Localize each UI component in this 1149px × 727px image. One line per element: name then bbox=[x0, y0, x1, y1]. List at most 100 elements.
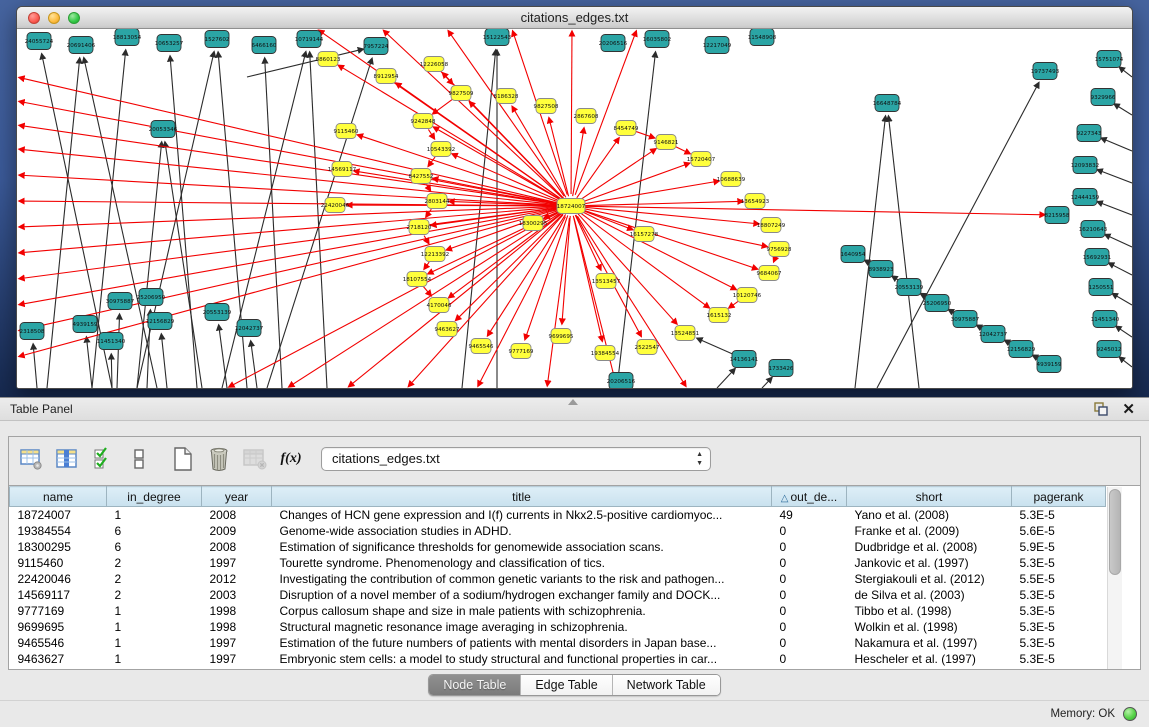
network-node[interactable]: 1640954 bbox=[841, 246, 866, 263]
network-node[interactable]: 12156829 bbox=[1007, 341, 1036, 358]
network-node[interactable]: 9699695 bbox=[549, 329, 574, 344]
column-header-pagerank[interactable]: pagerank bbox=[1012, 487, 1106, 507]
network-node[interactable]: 11451340 bbox=[1091, 311, 1120, 328]
new-column-icon[interactable] bbox=[167, 444, 199, 474]
network-node[interactable]: 12042737 bbox=[979, 326, 1008, 343]
table-row[interactable]: 1456911722003Disruption of a novel membe… bbox=[10, 587, 1106, 603]
network-node[interactable]: 19384554 bbox=[591, 346, 620, 361]
network-node[interactable]: 14136141 bbox=[730, 351, 759, 368]
network-node[interactable]: 15720407 bbox=[687, 152, 716, 167]
network-window-titlebar[interactable]: citations_edges.txt bbox=[17, 7, 1132, 29]
network-node[interactable]: 2867608 bbox=[574, 109, 599, 124]
close-panel-icon[interactable]: ✕ bbox=[1122, 400, 1135, 419]
network-node[interactable]: 20206516 bbox=[607, 373, 636, 389]
column-header-in_degree[interactable]: in_degree bbox=[107, 487, 202, 507]
network-node[interactable]: 4939159 bbox=[73, 316, 98, 333]
network-node[interactable]: 20206516 bbox=[599, 35, 628, 52]
table-row[interactable]: 1872400712008Changes of HCN gene express… bbox=[10, 507, 1106, 523]
network-node[interactable]: 16210643 bbox=[1079, 221, 1108, 238]
network-node[interactable]: 12213392 bbox=[421, 247, 449, 262]
network-node[interactable]: 4170046 bbox=[427, 298, 452, 313]
column-header-title[interactable]: title bbox=[272, 487, 772, 507]
table-row[interactable]: 969969511998Structural magnetic resonanc… bbox=[10, 619, 1106, 635]
table-row[interactable]: 911546021997Tourette syndrome. Phenomeno… bbox=[10, 555, 1106, 571]
network-node[interactable]: 20553139 bbox=[895, 279, 924, 296]
network-node[interactable]: 1615132 bbox=[707, 308, 732, 323]
table-select-combobox[interactable]: citations_edges.txt ▲▼ bbox=[321, 447, 711, 471]
network-node[interactable]: 12444159 bbox=[1071, 189, 1100, 206]
network-node[interactable]: 13513457 bbox=[592, 274, 621, 289]
tab-node-table[interactable]: Node Table bbox=[429, 675, 521, 695]
scrollbar-thumb[interactable] bbox=[1109, 489, 1121, 575]
network-node[interactable]: 8427552 bbox=[409, 169, 434, 184]
network-node[interactable]: 13524851 bbox=[671, 326, 700, 341]
network-node[interactable]: 9227343 bbox=[1077, 125, 1102, 142]
network-node[interactable]: 11451340 bbox=[97, 333, 126, 350]
function-builder-icon[interactable]: f(x) bbox=[275, 444, 307, 474]
network-node[interactable]: 9465546 bbox=[469, 339, 494, 354]
network-node[interactable]: 9242848 bbox=[411, 114, 436, 129]
network-node[interactable]: 8186328 bbox=[494, 89, 519, 104]
network-node[interactable]: 18813054 bbox=[113, 29, 142, 46]
network-node[interactable]: 24055724 bbox=[25, 33, 54, 50]
vertical-scrollbar[interactable] bbox=[1107, 487, 1122, 669]
network-window[interactable]: citations_edges.txt 18724007886012389129… bbox=[16, 6, 1133, 389]
network-node[interactable]: 1527602 bbox=[205, 31, 230, 48]
network-node[interactable]: 9115460 bbox=[334, 124, 359, 139]
show-column-icon[interactable] bbox=[51, 444, 83, 474]
network-node[interactable]: 16648784 bbox=[873, 95, 902, 112]
network-node[interactable]: 11548908 bbox=[748, 29, 777, 46]
network-node[interactable]: 2803144 bbox=[425, 194, 450, 209]
network-node[interactable]: 8938923 bbox=[869, 261, 894, 278]
column-header-short[interactable]: short bbox=[847, 487, 1012, 507]
network-node[interactable]: 2318508 bbox=[20, 323, 45, 340]
network-node[interactable]: 9756928 bbox=[767, 242, 792, 257]
network-node[interactable]: 9329966 bbox=[1091, 89, 1116, 106]
row-height-icon[interactable] bbox=[123, 444, 155, 474]
network-node[interactable]: 15751074 bbox=[1095, 51, 1124, 68]
network-node[interactable]: 9463627 bbox=[435, 322, 460, 337]
network-node[interactable]: 1733426 bbox=[769, 360, 794, 377]
table-row[interactable]: 1938455462009Genome-wide association stu… bbox=[10, 523, 1106, 539]
network-node[interactable]: 22420046 bbox=[321, 198, 350, 213]
tab-network-table[interactable]: Network Table bbox=[613, 675, 720, 695]
network-node[interactable]: 25206950 bbox=[137, 289, 166, 306]
network-node[interactable]: 9146821 bbox=[654, 135, 679, 150]
network-node[interactable]: 18724007 bbox=[557, 199, 586, 214]
network-node[interactable]: 10120746 bbox=[733, 288, 762, 303]
table-row[interactable]: 946362711997Embryonic stem cells: a mode… bbox=[10, 651, 1106, 667]
network-node[interactable]: 16035802 bbox=[643, 31, 671, 48]
network-node[interactable]: 15692931 bbox=[1083, 249, 1112, 266]
network-node[interactable]: 10543392 bbox=[427, 142, 455, 157]
network-node[interactable]: 15122543 bbox=[483, 29, 512, 46]
network-node[interactable]: 18807249 bbox=[757, 218, 786, 233]
network-node[interactable]: 8215958 bbox=[1045, 207, 1070, 224]
network-node[interactable]: 8454749 bbox=[614, 121, 639, 136]
network-node[interactable]: 12042737 bbox=[235, 320, 264, 337]
network-node[interactable]: 19737493 bbox=[1031, 63, 1060, 80]
split-divider-handle[interactable] bbox=[568, 399, 578, 405]
network-node[interactable]: 8912954 bbox=[374, 69, 399, 84]
table-row[interactable]: 946554611997Estimation of the future num… bbox=[10, 635, 1106, 651]
network-node[interactable]: 6466160 bbox=[252, 37, 277, 54]
network-node[interactable]: 4939159 bbox=[1037, 356, 1062, 373]
network-node[interactable]: 20553139 bbox=[203, 304, 232, 321]
network-node[interactable]: 12093832 bbox=[1071, 157, 1099, 174]
network-node[interactable]: 9827509 bbox=[449, 86, 474, 101]
network-node[interactable]: 12226058 bbox=[420, 57, 449, 72]
select-columns-icon[interactable] bbox=[87, 444, 119, 474]
float-panel-icon[interactable] bbox=[1094, 402, 1109, 422]
network-node[interactable]: 13654923 bbox=[741, 194, 770, 209]
network-node[interactable]: 9245012 bbox=[1097, 341, 1122, 358]
network-node[interactable]: 9827508 bbox=[534, 99, 559, 114]
column-header-name[interactable]: name bbox=[10, 487, 107, 507]
network-node[interactable]: 2718120 bbox=[407, 220, 432, 235]
network-node[interactable]: 20691406 bbox=[67, 37, 96, 54]
network-node[interactable]: 20053346 bbox=[149, 121, 178, 138]
network-node[interactable]: 9684067 bbox=[757, 266, 782, 281]
network-node[interactable]: 1250551 bbox=[1089, 279, 1114, 296]
column-header-year[interactable]: year bbox=[202, 487, 272, 507]
network-canvas[interactable]: 1872400788601238912954122260589827509818… bbox=[17, 29, 1132, 388]
network-node[interactable]: 25206950 bbox=[923, 295, 952, 312]
network-node[interactable]: 9777169 bbox=[509, 344, 534, 359]
